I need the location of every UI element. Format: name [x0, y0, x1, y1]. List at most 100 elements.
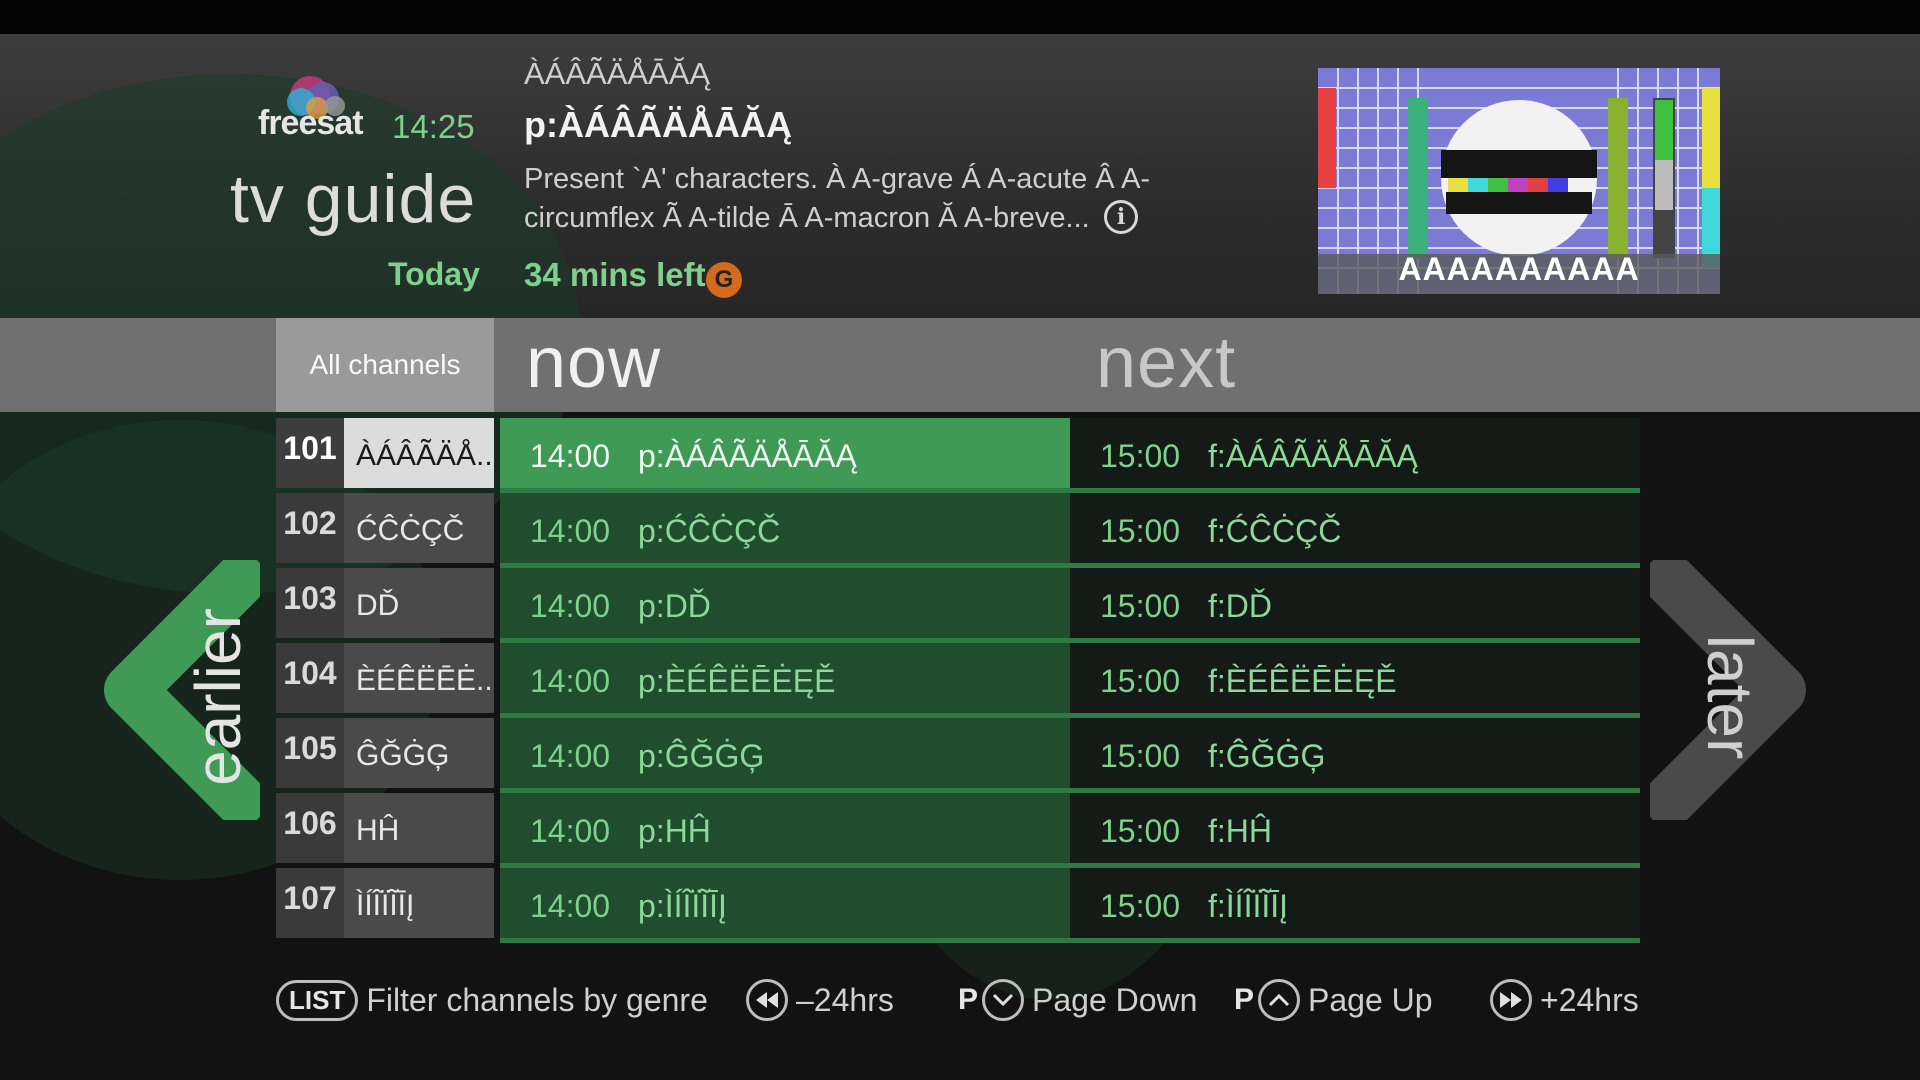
channel-row: 101 ÀÁÂÃÄÅ... 14:00 p:ÀÁÂÃÄÅĀĂĄ 15:00 f:… [0, 418, 1920, 493]
now-programme-cell[interactable]: 14:00 p:DĎ [500, 568, 1070, 638]
next-time: 15:00 [1100, 888, 1181, 924]
rewind-icon [746, 979, 788, 1021]
next-title: f:HĤ [1208, 813, 1272, 849]
day-label: Today [388, 256, 480, 292]
next-programme-cell[interactable]: 15:00 f:DĎ [1070, 568, 1640, 638]
now-time: 14:00 [530, 738, 611, 774]
preview-caption: AAAAAAAAAA [1398, 251, 1640, 287]
next-title: f:DĎ [1208, 588, 1272, 624]
now-time: 14:00 [530, 663, 611, 699]
now-title: p:ÈÉÊËĒĖĘĚ [638, 663, 836, 699]
tv-guide-screen: freesat 14:25 tv guide Today ÀÁÂÃÄÅĀĂĄ p… [0, 0, 1920, 1080]
time-remaining: 34 mins left [524, 256, 706, 293]
channel-name[interactable]: ÀÁÂÃÄÅ... [344, 418, 494, 488]
next-title: f:ĜĞĠĢ [1208, 738, 1326, 774]
channel-row: 104 ÈÉÊËĒĖ... 14:00 p:ÈÉÊËĒĖĘĚ 15:00 f:È… [0, 643, 1920, 718]
next-title: f:ÀÁÂÃÄÅĀĂĄ [1208, 438, 1418, 474]
channel-row: 105 ĜĞĠĢ 14:00 p:ĜĞĠĢ 15:00 f:ĜĞĠĢ [0, 718, 1920, 793]
back-24-hint[interactable]: –24hrs [746, 970, 894, 1030]
channel-number[interactable]: 101 [276, 418, 344, 488]
channel-name[interactable]: ĆĈĊÇČ [344, 493, 494, 563]
now-title: p:DĎ [638, 588, 711, 624]
rating-badge: G [706, 262, 742, 298]
selected-channel-name: ÀÁÂÃÄÅĀĂĄ [524, 56, 711, 91]
channel-number[interactable]: 102 [276, 493, 344, 563]
channel-name[interactable]: ĜĞĠĢ [344, 718, 494, 788]
now-column-header: now [526, 323, 662, 403]
page-down-label: Page Down [1032, 981, 1198, 1018]
now-programme-cell[interactable]: 14:00 p:ĜĞĠĢ [500, 718, 1070, 788]
now-title: p:ÀÁÂÃÄÅĀĂĄ [638, 438, 857, 474]
page-up-label: Page Up [1308, 981, 1433, 1018]
now-time: 14:00 [530, 813, 611, 849]
channel-row: 106 HĤ 14:00 p:HĤ 15:00 f:HĤ [0, 793, 1920, 868]
channel-filter-button[interactable]: All channels [276, 318, 494, 412]
next-time: 15:00 [1100, 663, 1181, 699]
next-title: f:ÌÍÎÏĨĪĮ [1208, 888, 1289, 924]
channel-row: 103 DĎ 14:00 p:DĎ 15:00 f:DĎ [0, 568, 1920, 643]
next-programme-cell[interactable]: 15:00 f:ÈÉÊËĒĖĘĚ [1070, 643, 1640, 713]
next-title: f:ÈÉÊËĒĖĘĚ [1208, 663, 1397, 699]
now-time: 14:00 [530, 588, 611, 624]
back-24-label: –24hrs [796, 981, 894, 1018]
later-label[interactable]: later [1693, 597, 1767, 797]
next-column-header: next [1096, 323, 1237, 403]
programme-description: Present `A' characters. À A-grave Á A-ac… [524, 163, 1151, 234]
selected-programme-title: p:ÀÁÂÃÄÅĀĂĄ [524, 104, 792, 145]
now-programme-cell[interactable]: 14:00 p:ÀÁÂÃÄÅĀĂĄ [500, 418, 1070, 488]
next-programme-cell[interactable]: 15:00 f:ĆĈĊÇČ [1070, 493, 1640, 563]
forward-24-label: +24hrs [1540, 981, 1639, 1018]
now-title: p:ĆĈĊÇČ [638, 513, 781, 549]
next-programme-cell[interactable]: 15:00 f:ÀÁÂÃÄÅĀĂĄ [1070, 418, 1640, 488]
next-title: f:ĆĈĊÇČ [1208, 513, 1342, 549]
next-time: 15:00 [1100, 438, 1181, 474]
page-key: P [1234, 983, 1255, 1016]
channel-number[interactable]: 107 [276, 868, 344, 938]
fast-forward-icon [1490, 979, 1532, 1021]
channel-preview: AAAAAAAAAA [1318, 68, 1720, 294]
now-time: 14:00 [530, 513, 611, 549]
now-programme-cell[interactable]: 14:00 p:ÈÉÊËĒĖĘĚ [500, 643, 1070, 713]
channel-row: 107 ÌÍÎÏĨĪĮ 14:00 p:ÌÍÎÏĨĪĮ 15:00 f:ÌÍÎÏ… [0, 868, 1920, 943]
page-down-hint[interactable]: P Page Down [958, 970, 1197, 1030]
list-key-hint[interactable]: LIST Filter channels by genre [276, 970, 708, 1030]
footer-key-legend: LIST Filter channels by genre –24hrs P P… [0, 970, 1920, 1030]
now-title: p:ÌÍÎÏĨĪĮ [638, 888, 727, 924]
channel-name[interactable]: DĎ [344, 568, 494, 638]
channel-number[interactable]: 106 [276, 793, 344, 863]
now-title: p:HĤ [638, 813, 711, 849]
page-up-hint[interactable]: P Page Up [1234, 970, 1433, 1030]
channel-name[interactable]: HĤ [344, 793, 494, 863]
now-programme-cell[interactable]: 14:00 p:HĤ [500, 793, 1070, 863]
info-icon[interactable]: i [1104, 200, 1138, 234]
channel-name[interactable]: ÌÍÎÏĨĪĮ [344, 868, 494, 938]
channel-number[interactable]: 105 [276, 718, 344, 788]
brand-wordmark: freesat [258, 104, 364, 142]
chevron-down-icon [982, 979, 1025, 1021]
channel-number[interactable]: 103 [276, 568, 344, 638]
next-time: 15:00 [1100, 738, 1181, 774]
now-time: 14:00 [530, 888, 611, 924]
page-title: tv guide [230, 161, 477, 237]
next-time: 15:00 [1100, 813, 1181, 849]
now-programme-cell[interactable]: 14:00 p:ĆĈĊÇČ [500, 493, 1070, 563]
channel-row: 102 ĆĈĊÇČ 14:00 p:ĆĈĊÇČ 15:00 f:ĆĈĊÇČ [0, 493, 1920, 568]
list-key-label: Filter channels by genre [366, 981, 708, 1018]
list-key: LIST [276, 979, 359, 1021]
clock: 14:25 [392, 108, 475, 145]
now-time: 14:00 [530, 438, 611, 474]
page-key: P [958, 983, 979, 1016]
forward-24-hint[interactable]: +24hrs [1490, 970, 1639, 1030]
next-programme-cell[interactable]: 15:00 f:HĤ [1070, 793, 1640, 863]
earlier-label[interactable]: earlier [181, 597, 255, 797]
next-time: 15:00 [1100, 513, 1181, 549]
now-programme-cell[interactable]: 14:00 p:ÌÍÎÏĨĪĮ [500, 868, 1070, 938]
top-bar [0, 0, 1920, 34]
channel-number[interactable]: 104 [276, 643, 344, 713]
next-programme-cell[interactable]: 15:00 f:ÌÍÎÏĨĪĮ [1070, 868, 1640, 938]
next-programme-cell[interactable]: 15:00 f:ĜĞĠĢ [1070, 718, 1640, 788]
row-divider [500, 938, 1640, 943]
now-title: p:ĜĞĠĢ [638, 738, 765, 774]
chevron-up-icon [1258, 979, 1301, 1021]
channel-name[interactable]: ÈÉÊËĒĖ... [344, 643, 494, 713]
